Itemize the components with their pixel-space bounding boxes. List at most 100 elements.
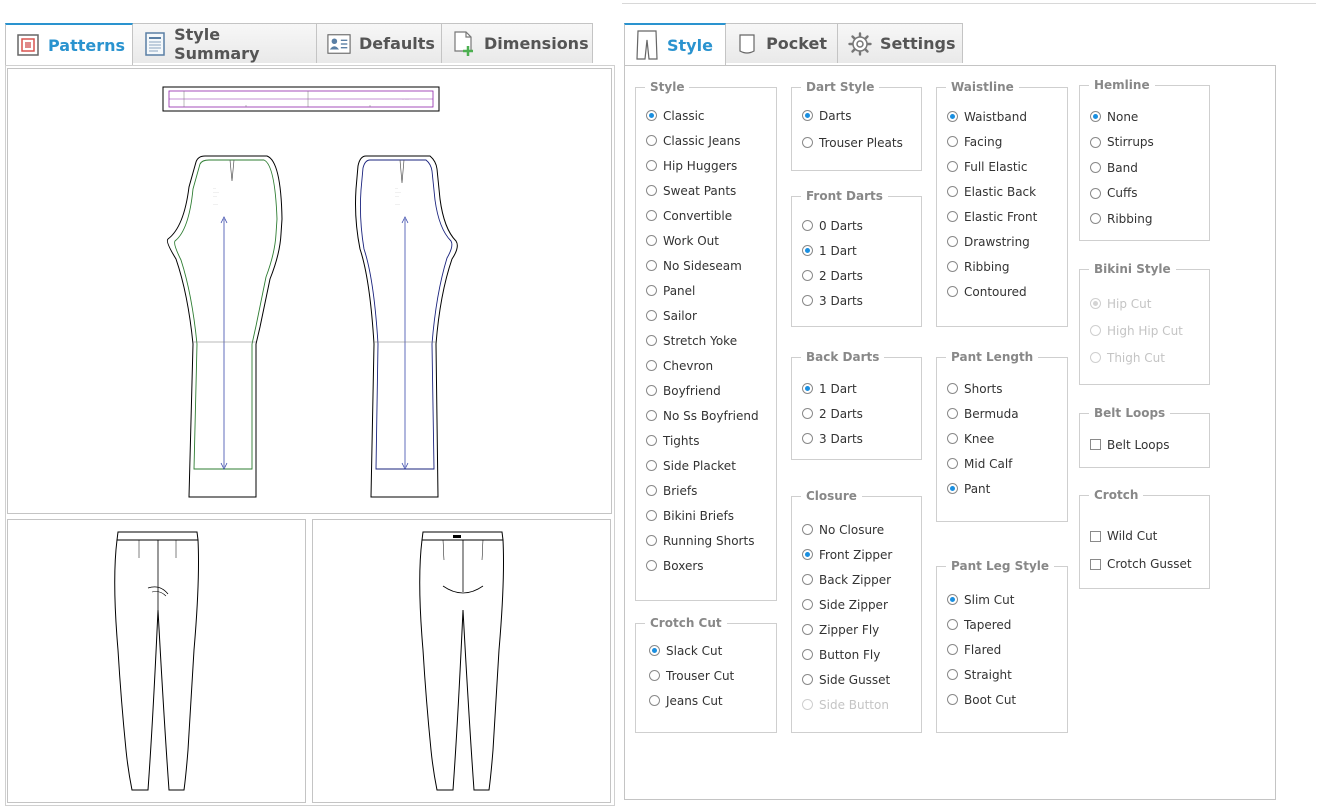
radio-option-side-zipper[interactable]: Side Zipper <box>802 592 921 617</box>
radio-button[interactable] <box>947 186 958 197</box>
radio-option-panel[interactable]: Panel <box>646 278 776 303</box>
radio-button[interactable] <box>646 235 657 246</box>
radio-option-side-gusset[interactable]: Side Gusset <box>802 667 921 692</box>
checkbox-box[interactable] <box>1090 558 1101 570</box>
radio-button[interactable] <box>649 670 660 681</box>
radio-option-no-closure[interactable]: No Closure <box>802 517 921 542</box>
radio-button[interactable] <box>947 594 958 605</box>
radio-button[interactable] <box>646 360 657 371</box>
radio-option-no-ss-boyfriend[interactable]: No Ss Boyfriend <box>646 403 776 428</box>
tab-style[interactable]: Style <box>624 23 726 65</box>
radio-option-3-darts[interactable]: 3 Darts <box>802 426 921 451</box>
radio-button[interactable] <box>646 210 657 221</box>
radio-option-classic-jeans[interactable]: Classic Jeans <box>646 128 776 153</box>
radio-option-zipper-fly[interactable]: Zipper Fly <box>802 617 921 642</box>
radio-option-3-darts[interactable]: 3 Darts <box>802 288 921 313</box>
radio-option-1-dart[interactable]: 1 Dart <box>802 238 921 263</box>
radio-button[interactable] <box>649 695 660 706</box>
radio-button[interactable] <box>646 560 657 571</box>
tab-defaults[interactable]: Defaults <box>316 23 442 63</box>
radio-button[interactable] <box>1090 213 1101 225</box>
radio-button[interactable] <box>802 137 813 148</box>
radio-button[interactable] <box>802 624 813 635</box>
radio-option-flared[interactable]: Flared <box>947 637 1067 662</box>
radio-option-elastic-back[interactable]: Elastic Back <box>947 179 1067 204</box>
radio-button[interactable] <box>802 110 813 121</box>
radio-button[interactable] <box>646 485 657 496</box>
radio-option-2-darts[interactable]: 2 Darts <box>802 401 921 426</box>
radio-button[interactable] <box>646 535 657 546</box>
radio-button[interactable] <box>802 599 813 610</box>
radio-option-cuffs[interactable]: Cuffs <box>1090 181 1209 207</box>
radio-button[interactable] <box>947 694 958 705</box>
radio-button[interactable] <box>646 310 657 321</box>
radio-button[interactable] <box>947 383 958 394</box>
checkbox-wild-cut[interactable]: Wild Cut <box>1090 522 1209 550</box>
radio-option-side-placket[interactable]: Side Placket <box>646 453 776 478</box>
tab-patterns[interactable]: Patterns <box>5 23 133 65</box>
radio-option-2-darts[interactable]: 2 Darts <box>802 263 921 288</box>
tab-dimensions[interactable]: Dimensions <box>441 23 593 63</box>
radio-option-drawstring[interactable]: Drawstring <box>947 229 1067 254</box>
radio-option-back-zipper[interactable]: Back Zipper <box>802 567 921 592</box>
radio-button[interactable] <box>646 160 657 171</box>
radio-option-stirrups[interactable]: Stirrups <box>1090 130 1209 156</box>
radio-button[interactable] <box>947 136 958 147</box>
radio-button[interactable] <box>802 433 813 444</box>
radio-option-pant[interactable]: Pant <box>947 476 1067 501</box>
radio-option-boot-cut[interactable]: Boot Cut <box>947 687 1067 712</box>
radio-option-contoured[interactable]: Contoured <box>947 279 1067 304</box>
radio-button[interactable] <box>1090 111 1101 123</box>
radio-button[interactable] <box>646 185 657 196</box>
radio-button[interactable] <box>802 549 813 560</box>
radio-button[interactable] <box>802 270 813 281</box>
radio-button[interactable] <box>649 645 660 656</box>
radio-option-band[interactable]: Band <box>1090 155 1209 181</box>
radio-button[interactable] <box>802 649 813 660</box>
radio-option-classic[interactable]: Classic <box>646 103 776 128</box>
radio-button[interactable] <box>1090 162 1101 174</box>
radio-button[interactable] <box>947 161 958 172</box>
radio-button[interactable] <box>646 335 657 346</box>
radio-button[interactable] <box>802 408 813 419</box>
radio-button[interactable] <box>646 435 657 446</box>
radio-button[interactable] <box>646 285 657 296</box>
radio-option-sailor[interactable]: Sailor <box>646 303 776 328</box>
radio-option-jeans-cut[interactable]: Jeans Cut <box>649 688 776 713</box>
radio-button[interactable] <box>947 619 958 630</box>
radio-option-running-shorts[interactable]: Running Shorts <box>646 528 776 553</box>
radio-option-full-elastic[interactable]: Full Elastic <box>947 154 1067 179</box>
radio-button[interactable] <box>802 220 813 231</box>
radio-option-briefs[interactable]: Briefs <box>646 478 776 503</box>
radio-button[interactable] <box>802 383 813 394</box>
radio-option-stretch-yoke[interactable]: Stretch Yoke <box>646 328 776 353</box>
radio-option-button-fly[interactable]: Button Fly <box>802 642 921 667</box>
radio-option-waistband[interactable]: Waistband <box>947 104 1067 129</box>
radio-button[interactable] <box>947 483 958 494</box>
radio-option-ribbing[interactable]: Ribbing <box>947 254 1067 279</box>
radio-button[interactable] <box>802 674 813 685</box>
radio-button[interactable] <box>947 408 958 419</box>
radio-option-tights[interactable]: Tights <box>646 428 776 453</box>
checkbox-box[interactable] <box>1090 530 1101 542</box>
radio-option-0-darts[interactable]: 0 Darts <box>802 213 921 238</box>
radio-option-bikini-briefs[interactable]: Bikini Briefs <box>646 503 776 528</box>
radio-button[interactable] <box>1090 136 1101 148</box>
radio-button[interactable] <box>947 286 958 297</box>
radio-button[interactable] <box>646 260 657 271</box>
radio-option-work-out[interactable]: Work Out <box>646 228 776 253</box>
radio-option-trouser-cut[interactable]: Trouser Cut <box>649 663 776 688</box>
radio-option-shorts[interactable]: Shorts <box>947 376 1067 401</box>
radio-option-mid-calf[interactable]: Mid Calf <box>947 451 1067 476</box>
radio-option-facing[interactable]: Facing <box>947 129 1067 154</box>
tab-pocket[interactable]: Pocket <box>725 23 838 63</box>
radio-option-bermuda[interactable]: Bermuda <box>947 401 1067 426</box>
radio-option-none[interactable]: None <box>1090 104 1209 130</box>
radio-button[interactable] <box>947 458 958 469</box>
radio-button[interactable] <box>947 644 958 655</box>
radio-button[interactable] <box>646 135 657 146</box>
radio-button[interactable] <box>947 236 958 247</box>
radio-option-darts[interactable]: Darts <box>802 102 919 129</box>
radio-option-convertible[interactable]: Convertible <box>646 203 776 228</box>
radio-option-chevron[interactable]: Chevron <box>646 353 776 378</box>
